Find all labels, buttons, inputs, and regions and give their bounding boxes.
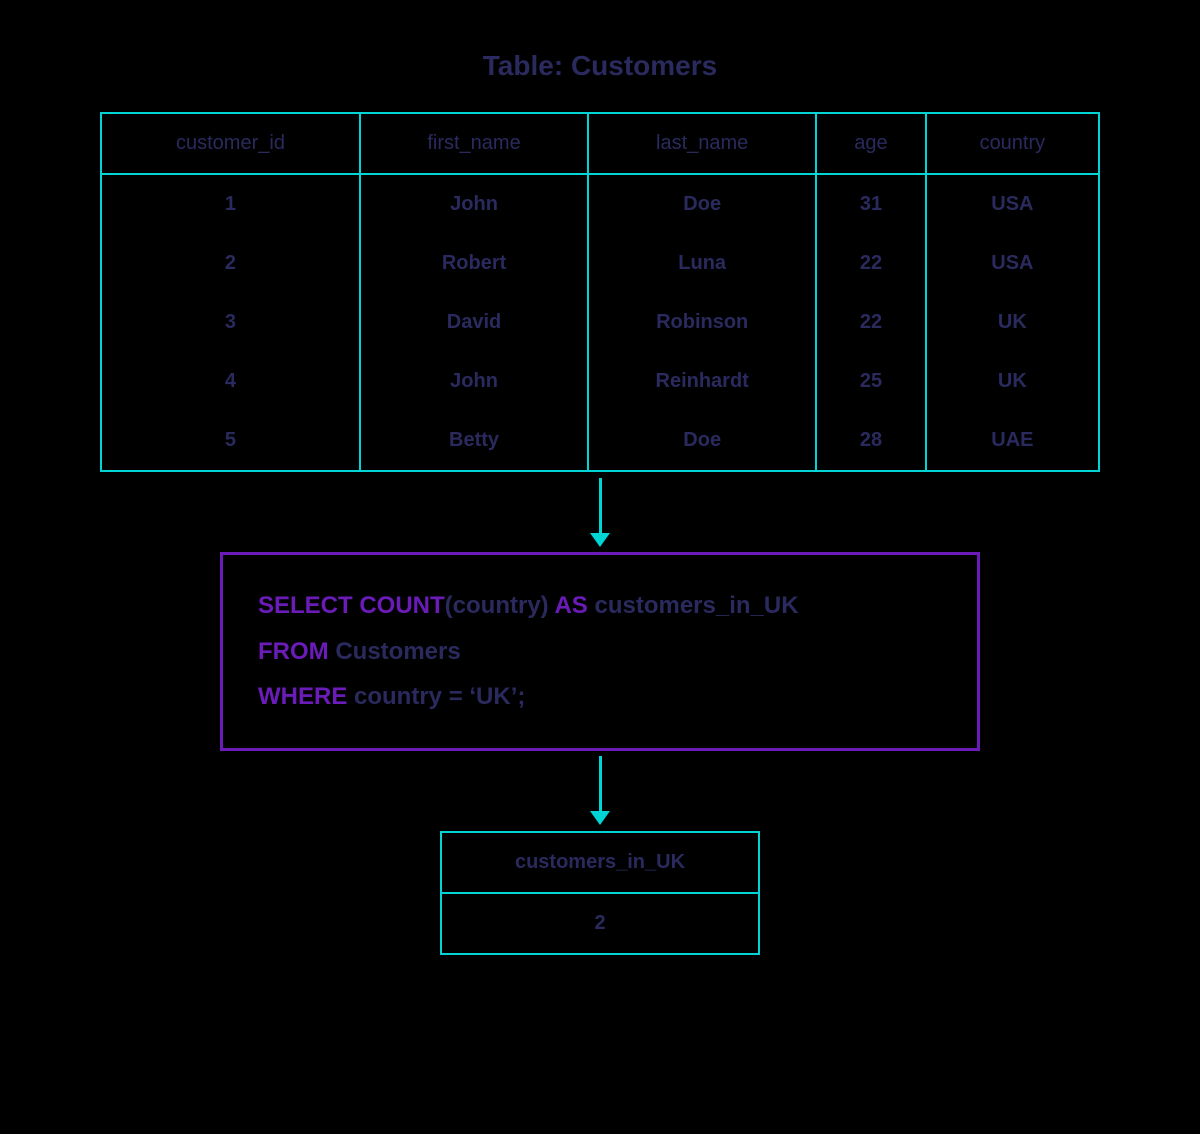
table-cell: John <box>360 174 588 234</box>
table-cell: Luna <box>588 234 816 293</box>
sql-keyword: AS <box>554 592 587 619</box>
table-cell: 1 <box>101 174 360 234</box>
table-cell: 31 <box>816 174 926 234</box>
table-header-cell: country <box>926 113 1099 174</box>
table-cell: 3 <box>101 293 360 352</box>
table-cell: UK <box>926 293 1099 352</box>
table-row: 3DavidRobinson22UK <box>101 293 1099 352</box>
sql-text: Customers <box>329 638 461 665</box>
customers-table: customer_idfirst_namelast_nameagecountry… <box>100 112 1100 472</box>
table-cell: 25 <box>816 352 926 411</box>
table-header-row: customer_idfirst_namelast_nameagecountry <box>101 113 1099 174</box>
table-cell: John <box>360 352 588 411</box>
sql-line-3: WHERE country = ‘UK’; <box>258 674 942 720</box>
table-cell: Robinson <box>588 293 816 352</box>
table-cell: 5 <box>101 411 360 471</box>
table-cell: 22 <box>816 234 926 293</box>
result-table: customers_in_UK 2 <box>440 831 760 955</box>
table-header-cell: first_name <box>360 113 588 174</box>
table-cell: 4 <box>101 352 360 411</box>
arrow-down-icon <box>590 751 610 831</box>
table-cell: UAE <box>926 411 1099 471</box>
table-row: 2RobertLuna22USA <box>101 234 1099 293</box>
table-body: 1JohnDoe31USA2RobertLuna22USA3DavidRobin… <box>101 174 1099 471</box>
table-row: 1JohnDoe31USA <box>101 174 1099 234</box>
sql-keyword: WHERE <box>258 683 347 710</box>
table-cell: 2 <box>101 234 360 293</box>
table-header-cell: age <box>816 113 926 174</box>
table-row: 4JohnReinhardt25UK <box>101 352 1099 411</box>
diagram-title: Table: Customers <box>483 50 717 82</box>
sql-keyword: FROM <box>258 638 329 665</box>
result-value: 2 <box>441 893 759 954</box>
table-cell: David <box>360 293 588 352</box>
table-header-cell: customer_id <box>101 113 360 174</box>
table-cell: USA <box>926 234 1099 293</box>
table-cell: Doe <box>588 174 816 234</box>
sql-text: customers_in_UK <box>588 592 799 619</box>
arrow-down-icon <box>590 472 610 552</box>
sql-keyword: SELECT COUNT <box>258 592 445 619</box>
table-cell: UK <box>926 352 1099 411</box>
sql-line-1: SELECT COUNT(country) AS customers_in_UK <box>258 583 942 629</box>
table-cell: 28 <box>816 411 926 471</box>
sql-query-box: SELECT COUNT(country) AS customers_in_UK… <box>220 552 980 751</box>
sql-text: (country) <box>445 592 555 619</box>
table-cell: Betty <box>360 411 588 471</box>
sql-line-2: FROM Customers <box>258 629 942 675</box>
table-cell: 22 <box>816 293 926 352</box>
sql-text: country = ‘UK’; <box>347 683 525 710</box>
table-header-cell: last_name <box>588 113 816 174</box>
table-row: 5BettyDoe28UAE <box>101 411 1099 471</box>
table-cell: USA <box>926 174 1099 234</box>
table-cell: Robert <box>360 234 588 293</box>
table-cell: Doe <box>588 411 816 471</box>
result-header: customers_in_UK <box>441 832 759 893</box>
table-cell: Reinhardt <box>588 352 816 411</box>
